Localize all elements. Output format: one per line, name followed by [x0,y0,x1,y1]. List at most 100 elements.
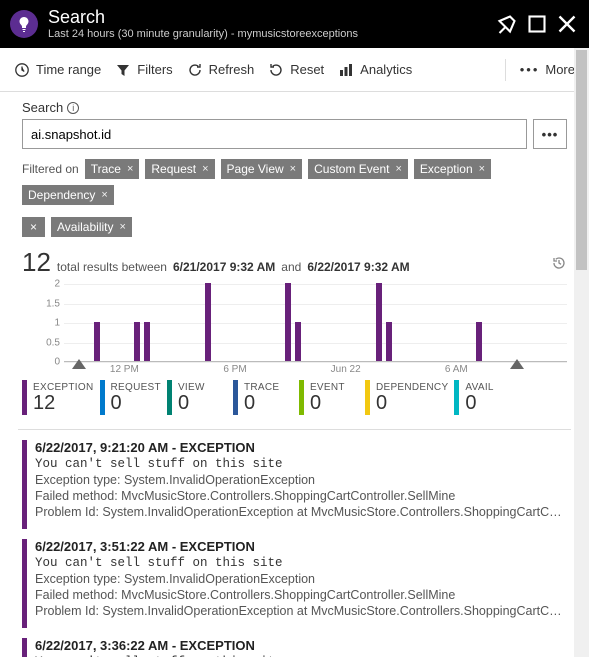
reset-button[interactable]: Reset [268,62,324,78]
filter-chip[interactable]: Request × [145,159,214,179]
page-subtitle: Last 24 hours (30 minute granularity) - … [48,28,489,40]
chip-remove-icon[interactable]: × [101,189,107,201]
more-icon: ••• [520,62,540,77]
more-label: More [545,62,575,77]
filters-button[interactable]: Filters [115,62,172,78]
chip-remove-icon[interactable]: × [120,221,126,233]
result-item[interactable]: 6/22/2017, 3:36:22 AM - EXCEPTIONYou can… [22,638,567,657]
search-input[interactable] [22,119,527,149]
legend-item[interactable]: VIEW0 [167,380,227,415]
chip-label: Availability [57,220,113,234]
chip-remove-icon[interactable]: × [202,163,208,175]
chip-remove-icon[interactable]: × [127,163,133,175]
chart-legend: EXCEPTION12REQUEST0VIEW0TRACE0EVENT0DEPE… [22,380,567,415]
chart-xaxis: 12 PM 6 PM Jun 22 6 AM [64,364,567,378]
legend-count: 0 [376,393,448,413]
chart-bar[interactable] [386,322,392,361]
refresh-button[interactable]: Refresh [187,62,255,78]
content-area: Search i ••• Filtered on Trace×Request×P… [0,92,589,657]
result-problem-id: Problem Id: System.InvalidOperationExcep… [35,505,567,519]
analytics-label: Analytics [360,62,412,77]
analytics-icon [338,62,354,78]
chip-remove-icon[interactable]: × [290,163,296,175]
chart-xtick: 6 AM [445,364,468,375]
result-heading: 6/22/2017, 9:21:20 AM - EXCEPTION [35,440,567,455]
filter-chip[interactable]: Dependency × [22,185,114,205]
chart-xtick: 12 PM [110,364,139,375]
legend-item[interactable]: EXCEPTION12 [22,380,94,415]
result-heading: 6/22/2017, 3:36:22 AM - EXCEPTION [35,638,567,653]
filter-chip[interactable]: Exception × [414,159,491,179]
legend-item[interactable]: DEPENDENCY0 [365,380,448,415]
chart-bar[interactable] [205,283,211,361]
chart-bar[interactable] [134,322,140,361]
search-options-button[interactable]: ••• [533,119,567,149]
chart-bar[interactable] [144,322,150,361]
maximize-button[interactable] [525,12,549,36]
legend-item[interactable]: EVENT0 [299,380,359,415]
chip-remove-icon[interactable]: × [395,163,401,175]
chart-xtick: 6 PM [223,364,246,375]
filter-chip[interactable]: Availability × [51,217,132,237]
reset-label: Reset [290,62,324,77]
legend-item[interactable]: REQUEST0 [100,380,161,415]
page-title: Search [48,8,489,28]
refresh-label: Refresh [209,62,255,77]
chart-bar[interactable] [285,283,291,361]
chart-yaxis: 00.511.52 [22,284,62,362]
filter-chip[interactable]: Custom Event × [308,159,408,179]
to-date: 6/22/2017 9:32 AM [307,260,409,274]
total-count: 12 [22,247,51,278]
result-failed-method: Failed method: MvcMusicStore.Controllers… [35,489,567,503]
chart-bar[interactable] [376,283,382,361]
chip-label: Custom Event [314,162,389,176]
timeline-chart[interactable]: 00.511.52 12 PM 6 PM Jun 22 6 AM [22,284,567,372]
chart-bar[interactable] [476,322,482,361]
result-failed-method: Failed method: MvcMusicStore.Controllers… [35,588,567,602]
reset-icon [268,62,284,78]
chip-label: Trace [91,162,121,176]
result-item[interactable]: 6/22/2017, 9:21:20 AM - EXCEPTION You can… [22,440,567,529]
legend-item[interactable]: TRACE0 [233,380,293,415]
filtered-on-label: Filtered on [22,162,79,176]
legend-count: 0 [465,393,514,413]
result-exception-type: Exception type: System.InvalidOperationE… [35,572,567,586]
more-button[interactable]: ••• More [520,62,575,77]
chart-plot [64,284,567,362]
toolbar: Time range Filters Refresh Reset Analyti… [0,48,589,92]
from-date: 6/21/2017 9:32 AM [173,260,275,274]
legend-count: 12 [33,393,94,413]
chip-label: Dependency [28,188,95,202]
analytics-button[interactable]: Analytics [338,62,412,78]
insights-icon [10,10,38,38]
toolbar-divider [505,59,506,81]
chip-label: Page View [227,162,284,176]
filter-chip[interactable]: Page View × [221,159,303,179]
info-icon[interactable]: i [67,102,79,114]
result-heading: 6/22/2017, 3:51:22 AM - EXCEPTION [35,539,567,554]
chart-xtick: Jun 22 [331,364,361,375]
results-divider [18,429,571,430]
legend-count: 0 [178,393,227,413]
filter-chip[interactable]: Trace × [85,159,140,179]
clock-icon [14,62,30,78]
results-list: 6/22/2017, 9:21:20 AM - EXCEPTION You can… [22,440,567,657]
results-summary: 12 total results between 6/21/2017 9:32 … [22,247,567,278]
filter-chips-row: Filtered on Trace×Request×Page View×Cust… [22,159,567,237]
chip-remove-icon[interactable]: × [479,163,485,175]
chart-bar[interactable] [295,322,301,361]
filter-chip-x[interactable]: × [22,217,45,237]
chip-label: Request [151,162,196,176]
history-icon[interactable] [551,255,567,274]
chart-bar[interactable] [94,322,100,361]
legend-count: 0 [111,393,161,413]
result-item[interactable]: 6/22/2017, 3:51:22 AM - EXCEPTIONYou can… [22,539,567,628]
legend-item[interactable]: AVAIL0 [454,380,514,415]
pin-button[interactable] [495,12,519,36]
result-message: You can't sell stuff on this site [35,457,567,471]
refresh-icon [187,62,203,78]
legend-count: 0 [310,393,359,413]
chip-label: Exception [420,162,473,176]
time-range-button[interactable]: Time range [14,62,101,78]
close-button[interactable] [555,12,579,36]
